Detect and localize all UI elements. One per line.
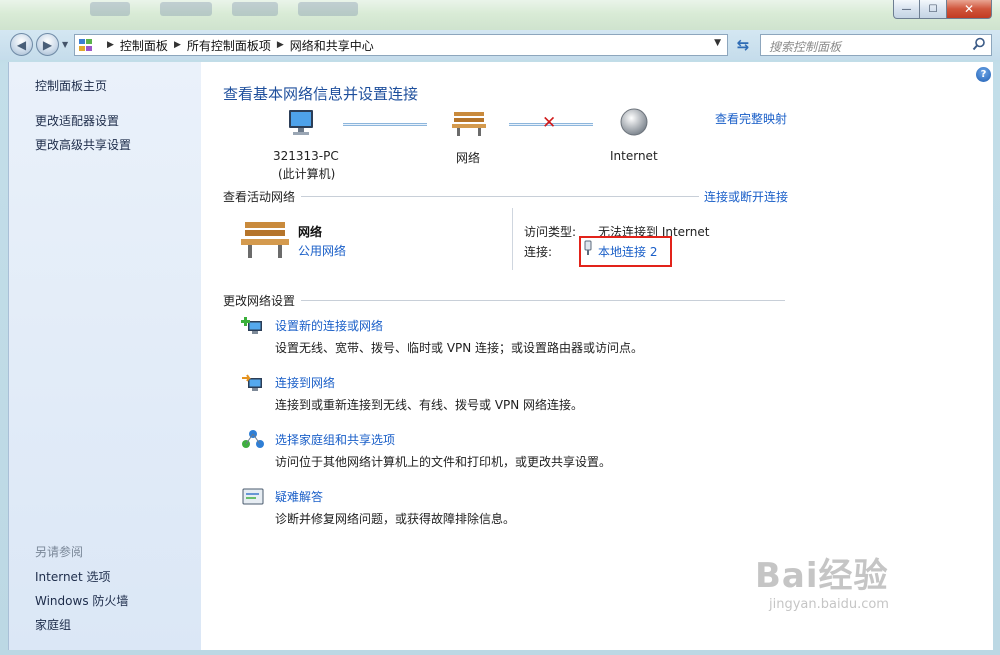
vertical-divider <box>512 208 513 270</box>
highlight-box <box>579 236 672 267</box>
computer-icon <box>289 110 313 135</box>
task-troubleshoot-desc: 诊断并修复网络问题，或获得故障排除信息。 <box>275 512 516 526</box>
change-settings-heading: 更改网络设置 <box>223 294 296 308</box>
address-toolbar: ◀ ▶ ▼ ▶ 控制面板 ▶ 所有控制面板项 ▶ 网络和共享中心 ▼ ⇆ 搜索控… <box>0 30 1000 60</box>
network-bench-icon <box>452 112 486 136</box>
section-divider <box>301 300 785 301</box>
address-dropdown-icon[interactable]: ▼ <box>714 38 721 48</box>
sidebar-item-adapter-settings[interactable]: 更改适配器设置 <box>35 112 119 129</box>
disconnected-x-icon: ✕ <box>542 113 557 133</box>
baidu-watermark: Bai经验 jingyan.baidu.com <box>755 548 889 612</box>
breadcrumb-separator: ▶ <box>107 40 114 50</box>
forward-arrow-icon: ▶ <box>42 37 53 52</box>
back-button[interactable]: ◀ <box>10 33 33 56</box>
back-arrow-icon: ◀ <box>16 37 27 52</box>
watermark-url: jingyan.baidu.com <box>769 597 889 612</box>
network-type-link[interactable]: 公用网络 <box>298 242 346 259</box>
new-connection-icon <box>241 317 262 334</box>
search-icon[interactable] <box>972 37 986 51</box>
computer-sublabel: (此计算机) <box>278 167 336 181</box>
close-button[interactable]: ✕ <box>947 0 992 19</box>
internet-label: Internet <box>610 149 658 163</box>
title-blur <box>298 2 358 16</box>
sidebar-item-home[interactable]: 控制面板主页 <box>35 77 107 94</box>
sidebar-item-advanced-sharing[interactable]: 更改高级共享设置 <box>35 136 131 153</box>
page-title: 查看基本网络信息并设置连接 <box>223 85 419 103</box>
task-new-connection-link[interactable]: 设置新的连接或网络 <box>275 317 383 334</box>
watermark-brand: Bai经验 <box>755 556 889 596</box>
see-also-heading: 另请参阅 <box>35 545 84 559</box>
internet-globe-icon <box>620 108 648 136</box>
task-connect-network-link[interactable]: 连接到网络 <box>275 374 335 391</box>
search-placeholder: 搜索控制面板 <box>769 40 842 54</box>
left-task-pane: 控制面板主页 更改适配器设置 更改高级共享设置 另请参阅 Internet 选项… <box>8 62 201 650</box>
breadcrumb-network-center[interactable]: 网络和共享中心 <box>290 37 374 54</box>
title-blur <box>232 2 278 16</box>
connections-label: 连接: <box>524 245 553 259</box>
map-connection-line <box>343 123 427 126</box>
public-network-bench-icon <box>241 222 289 258</box>
title-blur <box>90 2 130 16</box>
search-input[interactable]: 搜索控制面板 <box>760 34 992 56</box>
task-connect-network-desc: 连接到或重新连接到无线、有线、拨号或 VPN 网络连接。 <box>275 398 584 412</box>
window-controls: — ☐ ✕ <box>893 0 992 19</box>
control-panel-icon <box>79 38 93 52</box>
sidebar-item-homegroup[interactable]: 家庭组 <box>35 616 71 633</box>
title-blur <box>160 2 212 16</box>
sidebar-item-internet-options[interactable]: Internet 选项 <box>35 568 110 585</box>
section-divider <box>301 196 699 197</box>
active-network-name: 网络 <box>298 225 323 239</box>
refresh-button[interactable]: ⇆ <box>731 34 755 56</box>
active-networks-heading: 查看活动网络 <box>223 190 296 204</box>
refresh-icon: ⇆ <box>736 36 750 54</box>
forward-button[interactable]: ▶ <box>36 33 59 56</box>
address-bar[interactable]: ▶ 控制面板 ▶ 所有控制面板项 ▶ 网络和共享中心 ▼ <box>74 34 728 56</box>
recent-pages-dropdown[interactable]: ▼ <box>62 40 68 49</box>
sidebar-item-firewall[interactable]: Windows 防火墙 <box>35 592 128 609</box>
computer-name: 321313-PC <box>273 149 339 163</box>
troubleshoot-icon <box>242 488 264 505</box>
breadcrumb-control-panel[interactable]: 控制面板 <box>120 37 168 54</box>
task-new-connection-desc: 设置无线、宽带、拨号、临时或 VPN 连接；或设置路由器或访问点。 <box>275 341 644 355</box>
breadcrumb-separator: ▶ <box>173 40 181 50</box>
access-type-label: 访问类型: <box>524 225 577 239</box>
task-troubleshoot-link[interactable]: 疑难解答 <box>275 488 323 505</box>
homegroup-icon <box>242 430 264 448</box>
view-full-map-link[interactable]: 查看完整映射 <box>715 110 787 127</box>
connect-network-icon <box>242 374 262 391</box>
maximize-button[interactable]: ☐ <box>920 0 947 19</box>
minimize-button[interactable]: — <box>893 0 920 19</box>
breadcrumb-separator: ▶ <box>276 40 284 50</box>
task-homegroup-link[interactable]: 选择家庭组和共享选项 <box>275 431 395 448</box>
connect-disconnect-link[interactable]: 连接或断开连接 <box>704 188 788 205</box>
task-homegroup-desc: 访问位于其他网络计算机上的文件和打印机，或更改共享设置。 <box>275 455 612 469</box>
network-label: 网络 <box>456 151 481 165</box>
title-bar: — ☐ ✕ <box>0 0 1000 30</box>
breadcrumb-all-items[interactable]: 所有控制面板项 <box>187 37 271 54</box>
help-icon[interactable]: ? <box>976 67 991 82</box>
